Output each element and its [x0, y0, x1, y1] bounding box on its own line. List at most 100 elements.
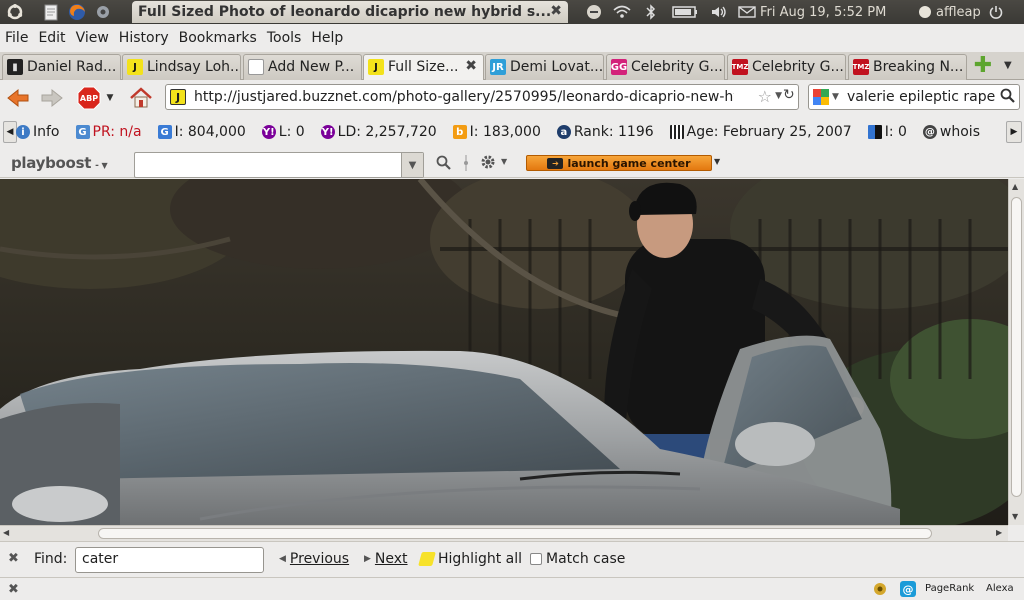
system-panel: Full Sized Photo of leonardo dicaprio ne… — [0, 0, 1024, 24]
stat-label: LD: 2,257,720 — [337, 124, 437, 140]
menu-edit[interactable]: Edit — [38, 30, 65, 46]
clock[interactable]: Fri Aug 19, 5:52 PM — [760, 0, 914, 24]
status-alexa[interactable]: Alexa — [986, 583, 1014, 594]
reload-icon[interactable]: ↻ — [783, 87, 797, 103]
menu-file[interactable]: File — [5, 30, 28, 46]
scroll-up-icon[interactable]: ▲ — [1012, 182, 1018, 191]
power-icon[interactable] — [986, 0, 1006, 24]
playboost-search-input[interactable]: ▼ — [134, 152, 424, 178]
wifi-icon[interactable] — [608, 0, 636, 24]
engine-dropdown-icon[interactable]: ▼ — [832, 92, 839, 102]
mail-icon[interactable] — [734, 0, 760, 24]
horizontal-scrollbar[interactable]: ◀ ▶ — [0, 525, 1008, 541]
tab-add-new-post[interactable]: Add New P... — [243, 54, 362, 80]
menu-help[interactable]: Help — [311, 30, 343, 46]
volume-icon[interactable] — [704, 0, 734, 24]
gamepad-icon: ➔ — [547, 157, 564, 169]
adblock-plus-icon[interactable]: ABP — [76, 85, 102, 111]
bluetooth-icon[interactable] — [636, 0, 666, 24]
menu-bookmarks[interactable]: Bookmarks — [179, 30, 257, 46]
forward-arrow-icon[interactable] — [38, 85, 66, 111]
bookmark-star-icon[interactable]: ☆ — [758, 87, 772, 106]
tab-label: Daniel Rad... — [27, 59, 117, 75]
ubuntu-logo-icon[interactable] — [4, 1, 26, 23]
adblock-dropdown-icon[interactable]: ▼ — [104, 85, 116, 111]
at-sign-icon[interactable]: @ — [900, 581, 916, 597]
gear-dropdown-icon[interactable]: ▼ — [501, 157, 507, 166]
playboost-logo-text: playboost — [11, 154, 92, 172]
url-bar[interactable]: J http://justjared.buzznet.com/photo-gal… — [165, 84, 799, 110]
google-engine-icon[interactable] — [813, 89, 829, 105]
site-identity-icon[interactable]: J — [170, 89, 186, 105]
highlight-all-button[interactable]: Highlight all — [418, 551, 522, 567]
stat-pagerank[interactable]: G PR: n/a — [75, 124, 142, 140]
tab-celebrity-g-1[interactable]: GG Celebrity G... — [606, 54, 725, 80]
find-next-button[interactable]: ▶ Next — [364, 551, 408, 567]
tab-lindsay-loh[interactable]: J Lindsay Loh... — [122, 54, 241, 80]
do-not-disturb-icon[interactable] — [580, 0, 608, 24]
checkbox-icon[interactable] — [530, 553, 542, 565]
playboost-search-icon[interactable] — [436, 155, 452, 175]
battery-icon[interactable] — [666, 0, 704, 24]
previous-label: Previous — [289, 551, 350, 567]
stat-bing-index[interactable]: b I: 183,000 — [452, 124, 541, 140]
user-name[interactable]: affleap — [936, 0, 986, 24]
tab-full-sized-active[interactable]: J Full Size... ✖ — [363, 54, 484, 81]
find-previous-button[interactable]: ◀ Previous — [279, 551, 349, 567]
horizontal-scroll-thumb[interactable] — [98, 528, 932, 539]
window-close-icon[interactable]: ✖ — [550, 3, 562, 19]
search-magnifier-icon[interactable] — [1000, 88, 1016, 108]
menu-history[interactable]: History — [119, 30, 169, 46]
tab-celebrity-g-2[interactable]: TMZ Celebrity G... — [727, 54, 846, 80]
user-status-icon[interactable] — [914, 0, 936, 24]
status-pagerank[interactable]: PageRank — [925, 583, 974, 594]
status-close-icon[interactable]: ✖ — [8, 582, 19, 597]
gear-icon[interactable] — [480, 154, 496, 174]
settings-app-icon[interactable] — [92, 1, 114, 23]
stat-age[interactable]: Age: February 25, 2007 — [669, 124, 852, 140]
match-case-checkbox[interactable]: Match case — [530, 551, 625, 567]
vertical-scroll-thumb[interactable] — [1011, 197, 1022, 497]
tab-list-dropdown-icon[interactable]: ▼ — [1004, 60, 1012, 71]
scroll-down-icon[interactable]: ▼ — [1012, 512, 1018, 521]
search-input[interactable]: valerie epileptic rape — [847, 89, 995, 105]
url-history-dropdown-icon[interactable]: ▼ — [775, 91, 782, 101]
close-find-bar-icon[interactable]: ✖ — [8, 551, 19, 566]
match-case-label: Match case — [546, 551, 626, 567]
menu-tools[interactable]: Tools — [267, 30, 302, 46]
tab-daniel-rad[interactable]: ▮ Daniel Rad... — [2, 54, 121, 80]
menu-view[interactable]: View — [76, 30, 109, 46]
stat-yahoo-links[interactable]: Y! L: 0 — [261, 124, 305, 140]
tab-breaking-n[interactable]: TMZ Breaking N... — [848, 54, 967, 80]
scroll-right-arrow-icon[interactable]: ▶ — [996, 528, 1002, 537]
back-arrow-icon[interactable] — [4, 85, 32, 111]
text-editor-icon[interactable] — [40, 1, 62, 23]
stat-whois[interactable]: @ whois — [922, 124, 980, 140]
tab-demi-lovat[interactable]: JR Demi Lovat... — [485, 54, 604, 80]
playboost-input-dropdown-icon[interactable]: ▼ — [401, 153, 423, 177]
new-tab-plus-icon[interactable]: ✚ — [972, 55, 994, 78]
launch-game-center-button[interactable]: ➔ launch game center — [526, 155, 712, 171]
stat-alexa-rank[interactable]: a Rank: 1196 — [556, 124, 654, 140]
find-label: Find: — [34, 551, 68, 567]
firefox-icon[interactable] — [66, 1, 88, 23]
home-icon[interactable] — [128, 85, 154, 111]
next-label: Next — [374, 551, 408, 567]
stat-yahoo-linkdomain[interactable]: Y! LD: 2,257,720 — [320, 124, 437, 140]
scroll-left-icon[interactable]: ◀ — [3, 121, 17, 143]
stat-label: Info — [33, 124, 60, 140]
vertical-scrollbar[interactable]: ▲ ▼ — [1008, 179, 1024, 525]
find-input[interactable]: cater — [75, 547, 264, 573]
tab-close-icon[interactable]: ✖ — [465, 58, 477, 74]
scroll-left-arrow-icon[interactable]: ◀ — [3, 528, 9, 537]
playboost-logo[interactable]: playboost - ▼ — [11, 154, 108, 172]
stat-google-index[interactable]: G I: 804,000 — [157, 124, 246, 140]
stat-delicious[interactable]: I: 0 — [867, 124, 907, 140]
stat-info[interactable]: i Info — [16, 124, 60, 140]
age-icon — [669, 125, 684, 139]
stat-label: PR: n/a — [92, 124, 142, 140]
scroll-right-icon[interactable]: ▶ — [1006, 121, 1022, 143]
addon-bug-icon[interactable] — [872, 581, 888, 600]
search-bar[interactable]: ▼ valerie epileptic rape — [808, 84, 1020, 110]
launch-dropdown-icon[interactable]: ▼ — [714, 157, 720, 166]
